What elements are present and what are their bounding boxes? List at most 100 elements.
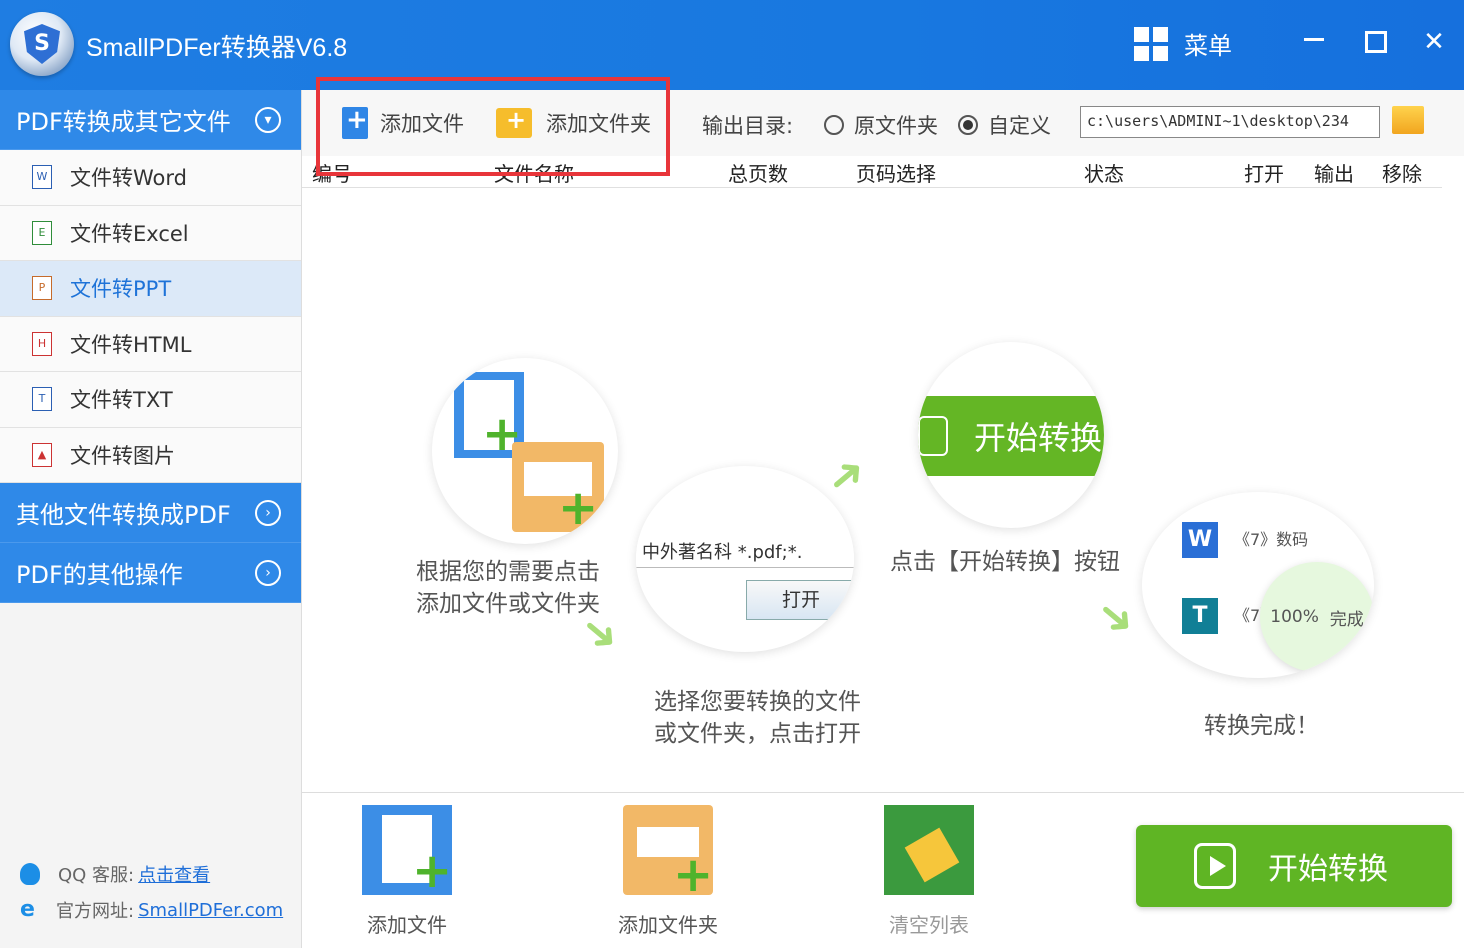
chevron-right-icon: › [255, 500, 281, 526]
progress-status: 完成 [1329, 609, 1364, 630]
menu-button[interactable]: 菜单 [1134, 26, 1232, 61]
sidebar: PDF转换成其它文件 ▾ W 文件转Word E 文件转Excel P 文件转P… [0, 90, 302, 948]
chevron-right-icon: › [255, 560, 281, 586]
start-convert-label: 开始转换 [1268, 852, 1388, 887]
radio-original-folder[interactable]: 原文件夹 [824, 110, 938, 140]
section-label: 其他文件转换成PDF [16, 501, 231, 529]
step2-text: 选择您要转换的文件 或文件夹，点击打开 [654, 686, 861, 750]
sidebar-item-label: 文件转TXT [70, 388, 173, 413]
col-output: 输出 [1314, 162, 1354, 186]
menu-label: 菜单 [1184, 32, 1232, 60]
start-button-illustration: 开始转换 [918, 396, 1104, 476]
add-folder-button[interactable]: 添加文件夹 [496, 104, 651, 142]
sidebar-item-txt[interactable]: T 文件转TXT [0, 372, 301, 428]
col-pages: 总页数 [728, 162, 788, 186]
step1-line1: 根据您的需要点击 [416, 559, 600, 585]
sidebar-item-label: 文件转Word [70, 166, 187, 191]
col-index: 编号 [312, 162, 352, 186]
site-link[interactable]: SmallPDFer.com [138, 900, 283, 921]
pdf-file-name: 中外著名科 [642, 542, 732, 563]
result-row-1: 《7》数码 [1234, 530, 1309, 549]
col-open: 打开 [1244, 162, 1284, 186]
sidebar-footer: QQ 客服: 点击查看 e 官方网址: SmallPDFer.com [20, 856, 283, 928]
col-status: 状态 [1084, 162, 1124, 186]
add-file-label: 添加文件 [380, 112, 464, 136]
add-folder-label: 添加文件夹 [546, 112, 651, 136]
play-icon [918, 416, 948, 456]
progress-value: 100% [1270, 607, 1319, 627]
word-icon: W [1182, 522, 1218, 558]
browser-icon: e [20, 897, 35, 922]
play-icon [1194, 843, 1236, 889]
bottom-bar: + 添加文件 + 添加文件夹 清空列表 开始转换 [302, 792, 1464, 948]
broom-icon [884, 805, 974, 895]
start-illustration-label: 开始转换 [974, 419, 1103, 457]
section-pdf-to-other[interactable]: PDF转换成其它文件 ▾ [0, 90, 301, 150]
sidebar-item-html[interactable]: H 文件转HTML [0, 316, 301, 372]
sidebar-item-image[interactable]: ▲ 文件转图片 [0, 427, 301, 483]
open-button-illustration: 打开 [746, 580, 854, 620]
radio-custom-folder[interactable]: 自定义 [958, 110, 1051, 140]
section-label: PDF转换成其它文件 [16, 108, 231, 136]
close-button[interactable]: ✕ [1414, 24, 1454, 60]
sidebar-item-label: 文件转HTML [70, 332, 192, 357]
grid-menu-icon [1134, 26, 1168, 61]
step4-illustration: W 《7》数码 T 《7》 100% 完成 [1142, 492, 1374, 678]
add-folder-icon [496, 106, 532, 138]
step1-illustration: + + [432, 358, 618, 544]
section-other-to-pdf[interactable]: 其他文件转换成PDF › [0, 483, 301, 543]
qq-label: QQ 客服: [58, 865, 135, 886]
clear-list-label: 清空列表 [889, 913, 969, 937]
browse-folder-icon[interactable] [1392, 106, 1424, 134]
app-title: SmallPDFer转换器V6.8 [86, 34, 348, 62]
step1-text: 根据您的需要点击 添加文件或文件夹 [416, 556, 600, 620]
sidebar-item-label: 文件转PPT [70, 277, 172, 302]
bottom-add-folder-label: 添加文件夹 [618, 913, 718, 937]
step4-text: 转换完成！ [1204, 713, 1319, 739]
progress-bubble: 100% 完成 [1260, 562, 1374, 672]
toolbar: 添加文件 添加文件夹 输出目录: 原文件夹 自定义 c:\users\ADMIN… [302, 90, 1464, 156]
ppt-icon: P [32, 276, 52, 301]
clear-list-button[interactable]: 清空列表 [884, 805, 974, 938]
txt-icon: T [1182, 598, 1218, 634]
site-label: 官方网址: [56, 901, 135, 922]
col-page-select: 页码选择 [856, 162, 936, 186]
add-file-button[interactable]: 添加文件 [342, 104, 464, 142]
output-path-input[interactable]: c:\users\ADMINI~1\desktop\234 [1080, 106, 1380, 138]
usage-guide: + + 根据您的需要点击 添加文件或文件夹 ➜ 中外著名科 *.pdf;*. 打… [302, 188, 1464, 792]
excel-icon: E [32, 220, 52, 245]
step2-line1: 选择您要转换的文件 [654, 689, 861, 715]
qq-icon [20, 863, 40, 885]
sidebar-item-label: 文件转Excel [70, 221, 189, 246]
col-remove: 移除 [1382, 162, 1422, 186]
app-window: S SmallPDFer转换器V6.8 菜单 ✕ PDF转换成其它文件 ▾ W … [0, 0, 1464, 948]
step2-line2: 或文件夹，点击打开 [654, 721, 861, 747]
pdf-filter: *.pdf;*. [737, 542, 803, 563]
radio-selected-icon [958, 115, 978, 135]
title-bar: S SmallPDFer转换器V6.8 菜单 ✕ [0, 0, 1464, 90]
minimize-button[interactable] [1294, 24, 1334, 60]
app-logo: S [10, 12, 74, 76]
bottom-add-folder-button[interactable]: + 添加文件夹 [618, 805, 718, 938]
col-filename: 文件名称 [494, 162, 574, 186]
add-file-icon [342, 105, 368, 139]
image-icon: ▲ [32, 442, 52, 467]
bottom-add-file-button[interactable]: + 添加文件 [362, 805, 452, 938]
word-icon: W [32, 165, 52, 190]
sidebar-item-ppt[interactable]: P 文件转PPT [0, 261, 301, 317]
section-label: PDF的其他操作 [16, 561, 183, 589]
txt-icon: T [32, 387, 52, 412]
start-convert-button[interactable]: 开始转换 [1136, 825, 1452, 907]
file-table-header: 编号 文件名称 总页数 页码选择 状态 打开 输出 移除 [302, 156, 1442, 188]
radio-icon [824, 115, 844, 135]
bottom-add-file-label: 添加文件 [367, 913, 447, 937]
sidebar-item-word[interactable]: W 文件转Word [0, 150, 301, 206]
sidebar-item-label: 文件转图片 [70, 443, 175, 468]
maximize-button[interactable] [1354, 24, 1394, 60]
chevron-down-icon: ▾ [255, 107, 281, 133]
sidebar-item-excel[interactable]: E 文件转Excel [0, 205, 301, 261]
qq-link[interactable]: 点击查看 [138, 861, 210, 887]
arrow-icon: ➜ [1085, 586, 1147, 649]
section-pdf-other-ops[interactable]: PDF的其他操作 › [0, 543, 301, 603]
step3-text: 点击【开始转换】按钮 [890, 549, 1120, 575]
